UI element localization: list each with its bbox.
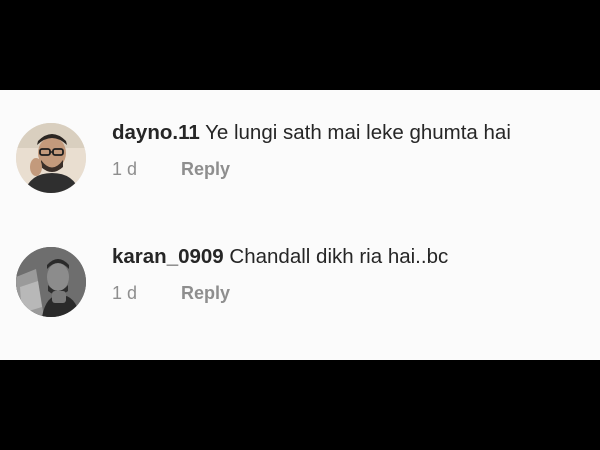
comment-item: karan_0909 Chandall dikh ria hai..bc 1 d…	[0, 244, 600, 354]
comment-meta: 1 d Reply	[112, 282, 230, 304]
comment-item: dayno.11 Ye lungi sath mai leke ghumta h…	[0, 120, 600, 230]
avatar[interactable]	[16, 123, 86, 193]
comment-meta: 1 d Reply	[112, 158, 230, 180]
comments-panel: dayno.11 Ye lungi sath mai leke ghumta h…	[0, 90, 600, 360]
comment-line: karan_0909 Chandall dikh ria hai..bc	[112, 244, 448, 270]
comment-timestamp: 1 d	[112, 283, 138, 303]
comment-text: Ye lungi sath mai leke ghumta hai	[205, 121, 511, 144]
comment-line: dayno.11 Ye lungi sath mai leke ghumta h…	[112, 120, 511, 146]
comment-username[interactable]: dayno.11	[112, 121, 200, 144]
bottom-letterbox	[0, 360, 600, 450]
avatar[interactable]	[16, 247, 86, 317]
comment-timestamp: 1 d	[112, 159, 138, 179]
avatar-image	[16, 123, 86, 193]
reply-button[interactable]: Reply	[181, 283, 230, 303]
reply-button[interactable]: Reply	[181, 159, 230, 179]
avatar-image	[16, 247, 86, 317]
comment-text: Chandall dikh ria hai..bc	[229, 245, 449, 268]
comment-username[interactable]: karan_0909	[112, 245, 224, 268]
top-letterbox	[0, 0, 600, 90]
